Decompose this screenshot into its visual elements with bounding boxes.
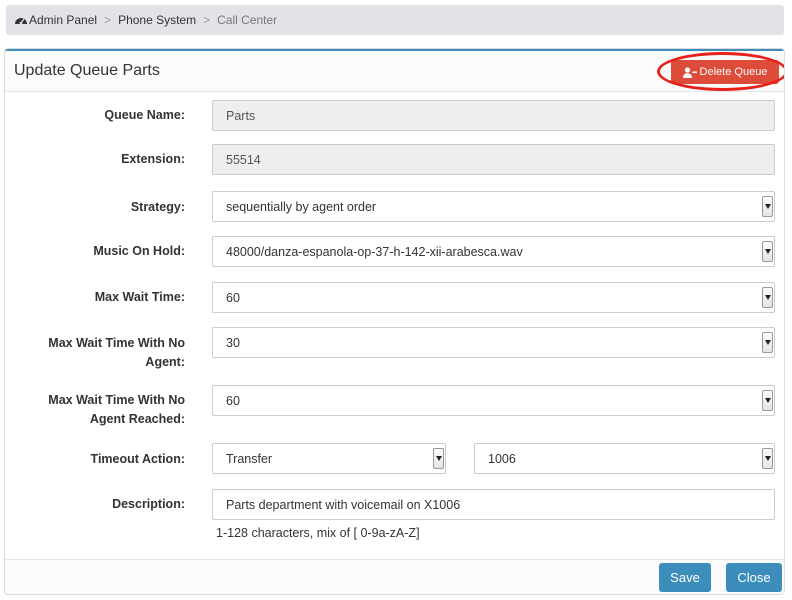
breadcrumb-admin-panel-label: Admin Panel [29,13,98,27]
max-wait-no-agent-value: 30 [226,335,240,350]
chevron-down-icon [762,287,773,308]
panel-footer: Save Close [5,559,784,594]
breadcrumb-separator: > [104,13,112,27]
user-minus-icon [682,66,697,78]
queue-name-field: Parts [212,100,775,131]
chevron-down-icon [762,448,773,469]
max-wait-no-agent-label-line2: Agent: [145,355,185,369]
timeout-target-select[interactable]: 1006 [474,443,775,474]
max-wait-no-agent-reached-select[interactable]: 60 [212,385,775,416]
music-on-hold-select[interactable]: 48000/danza-espanola-op-37-h-142-xii-ara… [212,236,775,267]
max-wait-no-agent-reached-label: Max Wait Time With No Agent Reached: [5,391,185,429]
timeout-action-select[interactable]: Transfer [212,443,446,474]
strategy-select[interactable]: sequentially by agent order [212,191,775,222]
breadcrumb-admin-panel[interactable]: Admin Panel [14,13,97,27]
max-wait-no-agent-reached-label-line2: Agent Reached: [89,412,185,426]
max-wait-time-value: 60 [226,290,240,305]
update-queue-panel: Update Queue Parts Delete Queue Queue Na… [4,48,785,595]
page-title: Update Queue Parts [14,62,160,79]
max-wait-no-agent-reached-label-line1: Max Wait Time With No [48,393,185,407]
strategy-value: sequentially by agent order [226,199,377,214]
timeout-target-value: 1006 [488,451,516,466]
timeout-action-label: Timeout Action: [90,452,185,466]
chevron-down-icon [762,332,773,353]
max-wait-time-label: Max Wait Time: [94,290,185,304]
chevron-down-icon [762,390,773,411]
description-label: Description: [112,497,185,511]
breadcrumb: Admin Panel > Phone System > Call Center [6,5,784,35]
dashboard-icon [15,18,27,25]
breadcrumb-separator: > [203,13,211,27]
extension-label: Extension: [121,152,185,166]
close-button[interactable]: Close [726,563,782,592]
breadcrumb-phone-system[interactable]: Phone System [118,13,196,27]
breadcrumb-call-center: Call Center [217,13,278,27]
delete-queue-button[interactable]: Delete Queue [671,60,779,84]
max-wait-time-select[interactable]: 60 [212,282,775,313]
chevron-down-icon [762,241,773,262]
music-on-hold-value: 48000/danza-espanola-op-37-h-142-xii-ara… [226,244,523,259]
extension-value: 55514 [226,152,261,167]
panel-header: Update Queue Parts Delete Queue [5,51,784,92]
max-wait-no-agent-select[interactable]: 30 [212,327,775,358]
music-on-hold-label: Music On Hold: [93,244,185,258]
chevron-down-icon [433,448,444,469]
queue-name-value: Parts [226,108,256,123]
chevron-down-icon [762,196,773,217]
queue-name-label: Queue Name: [104,108,185,122]
description-value: Parts department with voicemail on X1006 [226,497,461,512]
max-wait-no-agent-label: Max Wait Time With No Agent: [5,334,185,372]
strategy-label: Strategy: [130,200,185,214]
timeout-action-value: Transfer [226,451,273,466]
save-button[interactable]: Save [659,563,711,592]
extension-field: 55514 [212,144,775,175]
description-help-text: 1-128 characters, mix of [ 0-9a-zA-Z] [216,526,420,540]
delete-queue-label: Delete Queue [699,66,768,78]
description-input[interactable]: Parts department with voicemail on X1006 [212,489,775,520]
max-wait-no-agent-reached-value: 60 [226,393,240,408]
max-wait-no-agent-label-line1: Max Wait Time With No [48,336,185,350]
